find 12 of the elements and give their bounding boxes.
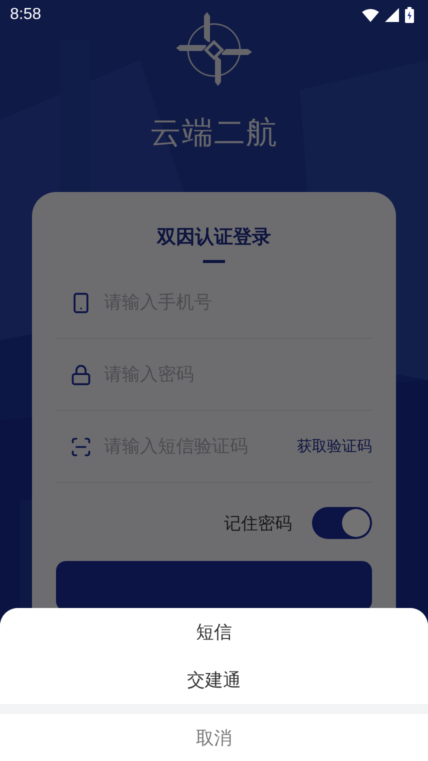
- status-time: 8:58: [10, 6, 42, 24]
- wifi-icon: [362, 8, 379, 22]
- signal-icon: [385, 8, 399, 22]
- remember-label: 记住密码: [224, 512, 292, 534]
- remember-toggle[interactable]: [312, 507, 372, 539]
- lock-icon: [70, 364, 92, 386]
- card-title: 双因认证登录: [157, 225, 271, 250]
- app-title: 云端二航: [150, 114, 278, 153]
- battery-icon: [405, 7, 414, 23]
- title-underline: [203, 260, 225, 263]
- login-button[interactable]: [56, 561, 372, 611]
- scan-icon: [70, 436, 92, 458]
